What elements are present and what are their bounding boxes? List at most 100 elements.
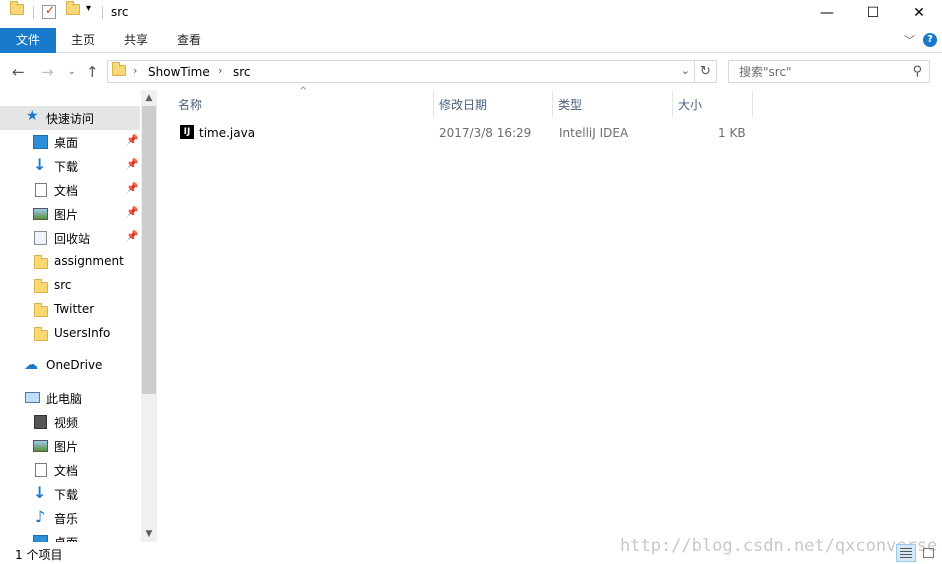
new-folder-icon[interactable] (66, 1, 80, 15)
nav-label: 桌面 (54, 136, 79, 150)
nav-label: 下载 (54, 160, 79, 174)
search-box[interactable]: ⚲ (728, 60, 930, 83)
tab-share[interactable]: 共享 (124, 28, 148, 53)
pin-icon[interactable]: 📌 (126, 159, 138, 170)
nav-item-assignment[interactable]: assignment (0, 250, 140, 274)
pin-icon[interactable]: 📌 (126, 207, 138, 218)
close-button[interactable]: ✕ (896, 0, 942, 26)
minimize-button[interactable]: — (804, 0, 850, 26)
breadcrumb-chevron-icon[interactable]: › (218, 64, 222, 77)
scrollbar-thumb[interactable] (142, 106, 156, 394)
desktop-icon (33, 535, 48, 542)
column-divider[interactable] (433, 90, 434, 118)
column-header-size[interactable]: 大小 (678, 96, 702, 113)
intellij-icon: IJ (180, 125, 194, 139)
pin-icon[interactable]: 📌 (126, 231, 138, 242)
document-icon (35, 183, 47, 197)
folder-icon (34, 303, 48, 317)
column-header-name[interactable]: 名称 (178, 96, 202, 113)
file-name: time.java (199, 126, 256, 140)
folder-icon (34, 327, 48, 341)
search-icon[interactable]: ⚲ (912, 64, 922, 79)
help-icon[interactable]: ? (923, 33, 937, 47)
nav-item-pc-desktop[interactable]: 桌面 (0, 530, 140, 542)
expand-ribbon-chevron-icon[interactable]: ﹀ (904, 32, 915, 48)
folder-icon[interactable] (10, 1, 24, 15)
nav-item-twitter[interactable]: Twitter (0, 298, 140, 322)
up-arrow-icon[interactable]: ↑ (86, 61, 99, 83)
file-list: ^ 名称 修改日期 类型 大小 IJ time.java 2017/3/8 16… (160, 86, 942, 542)
tab-home[interactable]: 主页 (71, 28, 95, 53)
file-type: IntelliJ IDEA (559, 126, 629, 140)
maximize-button[interactable]: ☐ (850, 0, 896, 26)
nav-item-onedrive[interactable]: ☁ OneDrive (0, 354, 140, 378)
nav-label: 桌面 (54, 534, 78, 542)
details-view-icon[interactable] (896, 544, 916, 562)
nav-label: 此电脑 (46, 392, 83, 406)
nav-label: 图片 (54, 440, 79, 454)
nav-label: 回收站 (54, 232, 91, 246)
file-modified: 2017/3/8 16:29 (439, 126, 532, 140)
nav-item-src[interactable]: src (0, 274, 140, 298)
nav-label: src (54, 278, 72, 292)
column-divider[interactable] (752, 90, 753, 118)
properties-icon[interactable]: ✓ (42, 3, 56, 19)
picture-icon (33, 440, 48, 452)
nav-label: 文档 (54, 184, 79, 198)
address-bar[interactable]: › ShowTime › src ⌄ (107, 60, 695, 83)
nav-item-desktop[interactable]: 桌面 📌 (0, 130, 140, 154)
file-row[interactable]: IJ time.java 2017/3/8 16:29 IntelliJ IDE… (178, 122, 754, 144)
large-icons-view-icon[interactable] (918, 544, 938, 562)
cloud-icon: ☁ (24, 357, 38, 373)
folder-icon (34, 279, 48, 293)
nav-item-downloads[interactable]: ↓ 下载 📌 (0, 154, 140, 178)
nav-quick-access[interactable]: ★ 快速访问 (0, 106, 140, 130)
download-arrow-icon: ↓ (33, 483, 47, 502)
scroll-down-arrow-icon[interactable]: ▼ (141, 526, 157, 542)
nav-item-recycle-bin[interactable]: 回收站 📌 (0, 226, 140, 250)
nav-item-pc-pictures[interactable]: 图片 (0, 434, 140, 458)
scroll-up-arrow-icon[interactable]: ▲ (141, 90, 157, 106)
breadcrumb-showtime[interactable]: ShowTime (148, 65, 210, 79)
nav-label: 下载 (54, 488, 79, 502)
document-icon (35, 463, 47, 477)
nav-label: Twitter (54, 302, 95, 316)
nav-label: assignment (54, 254, 124, 268)
nav-item-videos[interactable]: 视频 (0, 410, 140, 434)
search-input[interactable] (737, 64, 902, 80)
breadcrumb-src[interactable]: src (233, 65, 251, 79)
tab-view[interactable]: 查看 (177, 28, 201, 53)
column-header-type[interactable]: 类型 (558, 96, 582, 113)
back-arrow-icon[interactable]: ← (12, 61, 25, 83)
nav-item-documents[interactable]: 文档 📌 (0, 178, 140, 202)
column-divider[interactable] (552, 90, 553, 118)
nav-item-pictures[interactable]: 图片 📌 (0, 202, 140, 226)
nav-item-this-pc[interactable]: 此电脑 (0, 386, 140, 410)
nav-label: 视频 (54, 416, 79, 430)
column-header-modified[interactable]: 修改日期 (439, 96, 487, 113)
item-count: 1 个项目 (15, 548, 63, 562)
column-divider[interactable] (672, 90, 673, 118)
breadcrumb-chevron-icon[interactable]: › (133, 64, 137, 77)
download-arrow-icon: ↓ (33, 155, 47, 174)
pin-icon[interactable]: 📌 (126, 135, 138, 146)
tab-file[interactable]: 文件 (0, 28, 56, 53)
refresh-icon[interactable]: ↻ (695, 60, 717, 83)
nav-item-pc-downloads[interactable]: ↓ 下载 (0, 482, 140, 506)
forward-arrow-icon[interactable]: → (41, 61, 54, 83)
picture-icon (33, 208, 48, 220)
recycle-bin-icon (34, 231, 47, 245)
star-icon: ★ (26, 108, 39, 124)
nav-item-music[interactable]: ♪ 音乐 (0, 506, 140, 530)
customize-toolbar-dropdown-icon[interactable]: ▾ (86, 3, 91, 14)
address-dropdown-icon[interactable]: ⌄ (681, 64, 690, 77)
folder-icon (34, 255, 48, 269)
nav-item-pc-documents[interactable]: 文档 (0, 458, 140, 482)
pin-icon[interactable]: 📌 (126, 183, 138, 194)
recent-locations-chevron-icon[interactable]: ⌄ (68, 61, 76, 83)
navigation-pane: ★ 快速访问 桌面 📌 ↓ 下载 📌 文档 📌 图片 📌 回收站 📌 assig… (0, 90, 157, 542)
title-bar: ✓ ▾ src — ☐ ✕ (0, 0, 942, 26)
address-row: ← → ⌄ ↑ › ShowTime › src ⌄ ↻ ⚲ (0, 56, 942, 88)
nav-item-usersinfo[interactable]: UsersInfo (0, 322, 140, 346)
watermark: http://blog.csdn.net/qxconverse (620, 536, 938, 556)
